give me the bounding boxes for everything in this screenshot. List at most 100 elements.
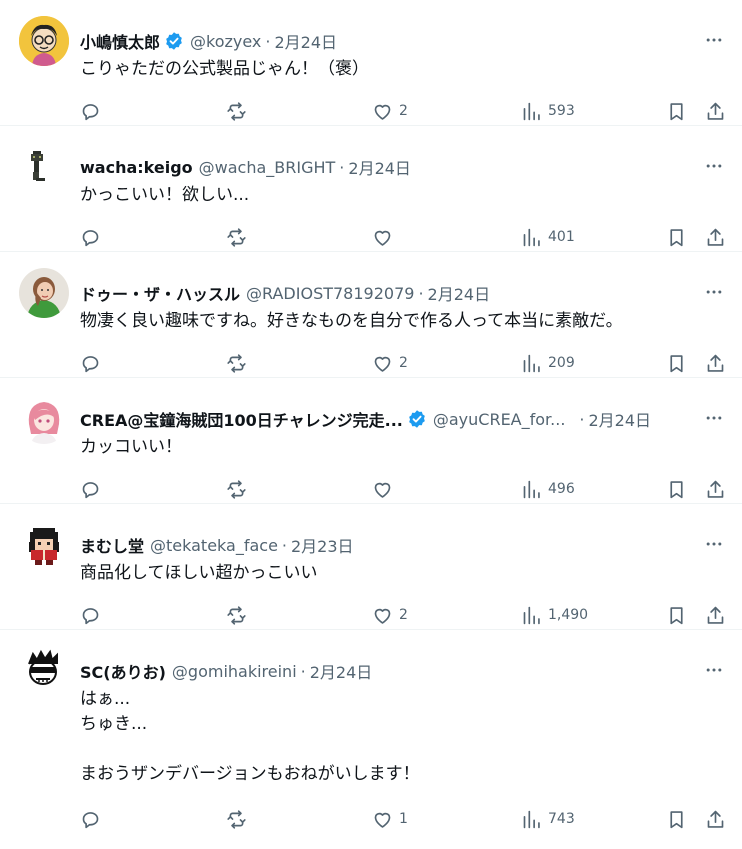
avatar[interactable] <box>19 142 69 192</box>
bookmark-icon <box>670 354 683 372</box>
post[interactable]: SC(ありお) @gomihakireini · 2月24日 はぁ... ちゅき… <box>0 630 742 834</box>
reply-icon <box>82 607 99 624</box>
like-button[interactable]: 2 <box>372 605 408 626</box>
reply-icon <box>82 481 99 498</box>
post-date[interactable]: 2月24日 <box>310 659 373 683</box>
views-button[interactable]: 1,490 <box>521 605 588 626</box>
more-horizontal-icon[interactable] <box>700 154 728 178</box>
reply-button[interactable] <box>80 479 107 500</box>
author-handle[interactable]: @kozyex <box>190 32 261 51</box>
like-count: 2 <box>399 607 408 623</box>
separator-dot: · <box>579 409 585 429</box>
views-button[interactable]: 401 <box>521 227 575 248</box>
like-button[interactable]: 2 <box>372 101 408 122</box>
bookmark-button[interactable] <box>666 353 687 374</box>
views-button[interactable]: 743 <box>521 809 575 830</box>
share-button[interactable] <box>705 101 726 122</box>
action-bar: 2 209 <box>80 350 728 376</box>
repost-button[interactable] <box>226 101 253 122</box>
reply-button[interactable] <box>80 605 107 626</box>
repost-button[interactable] <box>226 605 253 626</box>
avatar[interactable] <box>19 268 69 318</box>
share-icon <box>707 810 724 828</box>
post[interactable]: ドゥー・ザ・ハッスル @RADIOST78192079 · 2月24日 物凄く良… <box>0 252 742 378</box>
author-handle[interactable]: @RADIOST78192079 <box>246 284 414 303</box>
author-handle[interactable]: @wacha_BRIGHT <box>199 158 336 177</box>
author-name[interactable]: ドゥー・ザ・ハッスル <box>80 281 240 305</box>
heart-icon <box>374 812 391 828</box>
avatar[interactable] <box>19 16 69 66</box>
verified-badge-icon <box>164 31 184 51</box>
author-name[interactable]: CREA@宝鐘海賊団100日チャレンジ完走... <box>80 407 403 431</box>
views-button[interactable]: 496 <box>521 479 575 500</box>
repost-icon <box>227 479 246 499</box>
views-button[interactable]: 209 <box>521 353 575 374</box>
like-button[interactable]: 2 <box>372 353 408 374</box>
share-button[interactable] <box>705 809 726 830</box>
avatar[interactable] <box>19 646 69 696</box>
post-text: はぁ... ちゅき... まおうザンデバージョンもおねがいします！ <box>80 689 420 784</box>
post[interactable]: CREA@宝鐘海賊団100日チャレンジ完走... @ayuCREA_for...… <box>0 378 742 504</box>
post[interactable]: 小嶋慎太郎 @kozyex · 2月24日 こりゃただの公式製品じゃん！（褒） <box>0 0 742 126</box>
action-bar: 2 593 <box>80 98 728 124</box>
repost-button[interactable] <box>226 227 253 248</box>
views-bar-chart-icon <box>523 228 540 246</box>
more-horizontal-icon[interactable] <box>700 28 728 52</box>
share-button[interactable] <box>705 353 726 374</box>
more-horizontal-icon[interactable] <box>700 532 728 556</box>
reply-button[interactable] <box>80 353 107 374</box>
avatar[interactable] <box>19 394 69 444</box>
action-bar: 1 743 <box>80 806 728 832</box>
bookmark-button[interactable] <box>666 605 687 626</box>
author-name[interactable]: SC(ありお) <box>80 659 166 683</box>
reply-button[interactable] <box>80 809 107 830</box>
author-handle[interactable]: @gomihakireini <box>172 662 297 681</box>
post-date[interactable]: 2月24日 <box>275 29 338 53</box>
repost-button[interactable] <box>226 479 253 500</box>
more-horizontal-icon[interactable] <box>700 406 728 430</box>
bookmark-button[interactable] <box>666 227 687 248</box>
post-text: カッコいい！ <box>80 437 182 457</box>
views-bar-chart-icon <box>523 354 540 372</box>
post-date[interactable]: 2月24日 <box>348 155 411 179</box>
repost-icon <box>227 227 246 247</box>
author-handle[interactable]: @ayuCREA_for... <box>433 410 566 429</box>
reply-button[interactable] <box>80 227 107 248</box>
author-name[interactable]: まむし堂 <box>80 533 144 557</box>
post-header: まむし堂 @tekateka_face · 2月23日 <box>80 533 354 557</box>
repost-button[interactable] <box>226 353 253 374</box>
share-button[interactable] <box>705 227 726 248</box>
post-header: ドゥー・ザ・ハッスル @RADIOST78192079 · 2月24日 <box>80 281 490 305</box>
author-handle[interactable]: @tekateka_face <box>150 536 278 555</box>
bookmark-icon <box>670 102 683 120</box>
author-name[interactable]: 小嶋慎太郎 <box>80 29 160 53</box>
bookmark-button[interactable] <box>666 479 687 500</box>
like-button[interactable]: 1 <box>372 809 408 830</box>
more-horizontal-icon[interactable] <box>700 658 728 682</box>
reply-icon <box>82 103 99 120</box>
post-date[interactable]: 2月24日 <box>589 407 652 431</box>
reply-timeline: 小嶋慎太郎 @kozyex · 2月24日 こりゃただの公式製品じゃん！（褒） <box>0 0 742 834</box>
views-count: 496 <box>548 481 575 497</box>
views-button[interactable]: 593 <box>521 101 575 122</box>
action-bar: 401 <box>80 224 728 250</box>
repost-button[interactable] <box>226 809 253 830</box>
like-button[interactable] <box>372 479 399 500</box>
bookmark-button[interactable] <box>666 101 687 122</box>
avatar[interactable] <box>19 520 69 570</box>
heart-icon <box>374 104 391 120</box>
views-count: 401 <box>548 229 575 245</box>
share-button[interactable] <box>705 605 726 626</box>
post-date[interactable]: 2月24日 <box>428 281 491 305</box>
reply-button[interactable] <box>80 101 107 122</box>
more-horizontal-icon[interactable] <box>700 280 728 304</box>
post[interactable]: wacha:keigo @wacha_BRIGHT · 2月24日 かっこいい！… <box>0 126 742 252</box>
post-date[interactable]: 2月23日 <box>291 533 354 557</box>
like-button[interactable] <box>372 227 399 248</box>
post[interactable]: まむし堂 @tekateka_face · 2月23日 商品化してほしい超かっこ… <box>0 504 742 630</box>
author-name[interactable]: wacha:keigo <box>80 158 193 177</box>
share-button[interactable] <box>705 479 726 500</box>
heart-icon <box>374 608 391 624</box>
views-count: 1,490 <box>548 607 589 623</box>
bookmark-button[interactable] <box>666 809 687 830</box>
